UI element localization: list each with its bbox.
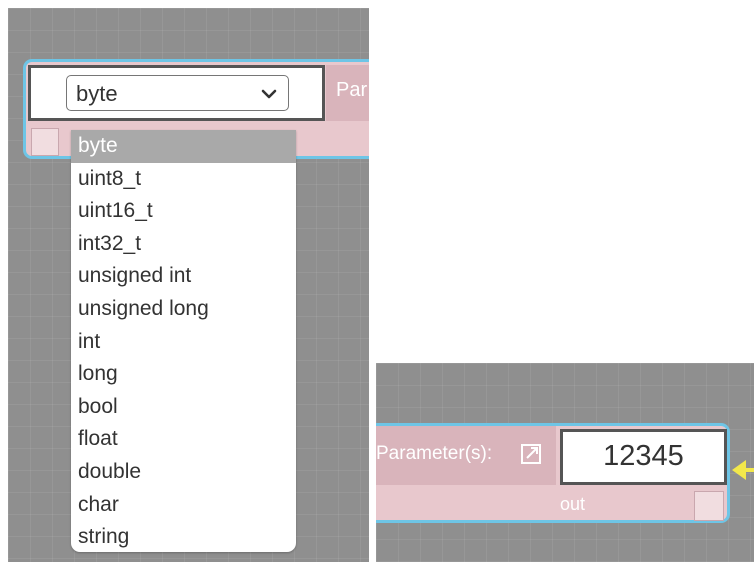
type-option-int[interactable]: int: [71, 326, 296, 359]
arrow-left-icon: [732, 460, 754, 480]
type-option-int32_t[interactable]: int32_t: [71, 228, 296, 261]
type-option-long[interactable]: long: [71, 358, 296, 391]
type-option-unsigned-long[interactable]: unsigned long: [71, 293, 296, 326]
type-option-string[interactable]: string: [71, 521, 296, 552]
node-canvas-right: Parameter(s): 12345 out: [376, 363, 754, 562]
type-option-unsigned-int[interactable]: unsigned int: [71, 260, 296, 293]
output-port[interactable]: [694, 491, 724, 521]
node-canvas-left: byte Par byte uint8_t uint16_t int32_t unsig…: [8, 8, 369, 562]
output-label: out: [560, 494, 586, 514]
parameter-node[interactable]: Parameter(s): 12345 out: [376, 423, 730, 523]
parameter-label-area: Par: [326, 65, 369, 121]
type-option-float[interactable]: float: [71, 423, 296, 456]
type-option-char[interactable]: char: [71, 489, 296, 522]
parameter-value: 12345: [603, 440, 684, 472]
external-link-icon[interactable]: [520, 443, 542, 465]
type-option-double[interactable]: double: [71, 456, 296, 489]
type-option-uint8_t[interactable]: uint8_t: [71, 163, 296, 196]
parameter-label-partial: Par: [336, 79, 368, 101]
parameter-label: Parameter(s):: [376, 443, 493, 464]
type-option-bool[interactable]: bool: [71, 391, 296, 424]
type-option-uint16_t[interactable]: uint16_t: [71, 195, 296, 228]
type-select[interactable]: byte: [66, 75, 289, 111]
type-select-value: byte: [76, 81, 118, 106]
type-option-byte[interactable]: byte: [71, 130, 296, 163]
type-dropdown-list: byte uint8_t uint16_t int32_t unsigned int un…: [71, 130, 296, 552]
chevron-down-icon: [261, 89, 277, 99]
parameter-label-area: Parameter(s):: [376, 426, 556, 485]
parameter-value-input[interactable]: 12345: [560, 429, 727, 485]
input-port[interactable]: [31, 128, 59, 156]
type-select-container: byte: [28, 65, 325, 121]
